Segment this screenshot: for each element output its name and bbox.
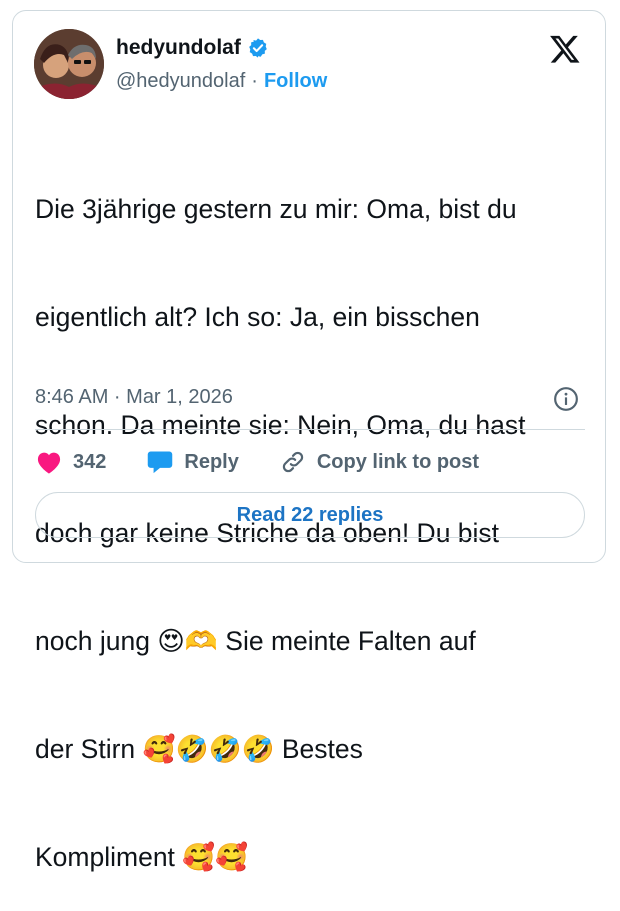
heart-icon [37,452,61,474]
link-icon [282,451,303,473]
separator-dot: · [251,70,258,92]
tweet-line: Kompliment 🥰🥰 [35,842,249,872]
display-name[interactable]: hedyundolaf [116,36,241,60]
verified-badge-icon [249,38,267,58]
tweet-line: der Stirn 🥰🤣🤣🤣 Bestes [35,734,363,764]
tweet-line: noch jung 😍🫶 Sie meinte Falten auf [35,626,476,656]
timestamp[interactable]: 8:46 AM · Mar 1, 2026 [35,386,233,409]
handle[interactable]: @hedyundolaf [116,70,245,93]
reply-bubble-icon [148,451,173,474]
copy-link-label: Copy link to post [316,450,480,473]
action-bar: 342 Reply Copy link to post [35,444,479,480]
read-replies-button[interactable]: Read 22 replies [35,492,585,538]
handle-row: @hedyundolaf · Follow [116,70,327,93]
like-count: 342 [73,450,107,473]
tweet-line: Die 3jährige gestern zu mir: Oma, bist d… [35,194,517,224]
copy-link-button[interactable]: Copy link to post [279,449,479,475]
tweet-line: schon. Da meinte sie: Nein, Oma, du hast [35,410,526,440]
author-name-row: hedyundolaf [116,36,269,60]
follow-button[interactable]: Follow [264,70,327,93]
avatar[interactable] [34,29,104,99]
tweet-line: eigentlich alt? Ich so: Ja, ein bisschen [35,302,480,332]
divider [35,429,585,430]
x-logo-icon[interactable] [548,33,582,65]
reply-label: Reply [184,450,239,473]
reply-button[interactable]: Reply [146,449,239,475]
info-icon[interactable] [553,386,579,412]
like-button[interactable]: 342 [35,449,106,475]
